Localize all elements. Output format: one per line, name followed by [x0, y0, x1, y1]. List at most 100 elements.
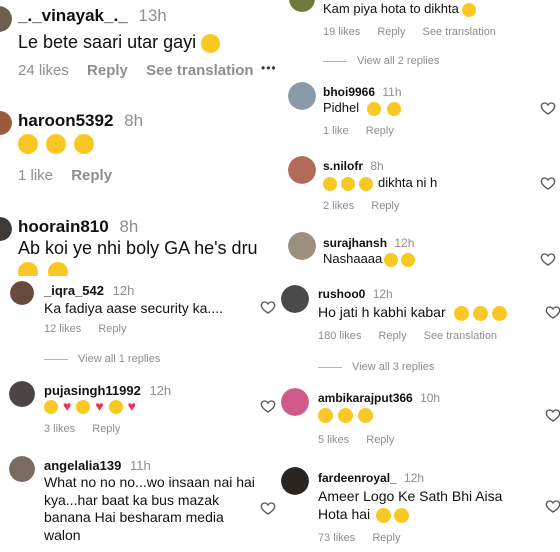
view-replies-link[interactable]: View all 3 replies	[318, 361, 434, 373]
laughing-emoji-icon	[366, 101, 381, 116]
heart-eyes-emoji-icon	[108, 400, 123, 415]
username[interactable]: pujasingh11992	[44, 383, 141, 398]
avatar[interactable]	[289, 0, 315, 12]
username[interactable]: hoorain810	[18, 217, 109, 236]
like-heart-icon[interactable]	[260, 398, 276, 414]
laughing-emoji-icon	[384, 252, 399, 267]
like-heart-icon[interactable]	[545, 304, 560, 320]
timestamp: 12h	[404, 471, 425, 485]
avatar[interactable]	[10, 281, 34, 305]
avatar[interactable]	[9, 456, 35, 482]
more-options-icon[interactable]: •••	[261, 61, 277, 75]
username[interactable]: haroon5392	[18, 111, 113, 130]
avatar[interactable]	[0, 217, 12, 241]
avatar[interactable]	[281, 285, 309, 313]
username[interactable]: surajhansh	[323, 236, 387, 250]
comment-actions: 73 likes Reply	[318, 532, 414, 544]
like-heart-icon[interactable]	[540, 251, 556, 267]
comment-text: Kam piya hota to dikhta	[323, 1, 477, 17]
username[interactable]: _._vinayak_._	[18, 6, 128, 25]
likes-count[interactable]: 1 like	[323, 125, 349, 137]
comment-header: rushoo0 12h	[318, 287, 393, 301]
comment-header: _._vinayak_._ 13h	[18, 6, 167, 26]
comment-text: Ka fadiya aase security ka....	[44, 300, 223, 316]
username[interactable]: ambikarajput366	[318, 391, 413, 405]
reply-button[interactable]: Reply	[87, 62, 128, 79]
comment-text: Ho jati h kabhi kabar	[318, 304, 507, 321]
reply-button[interactable]: Reply	[371, 200, 399, 212]
like-heart-icon[interactable]	[540, 100, 556, 116]
like-heart-icon[interactable]	[540, 175, 556, 191]
reply-button[interactable]: Reply	[378, 330, 406, 342]
laughing-emoji-icon	[401, 252, 416, 267]
comment-header: surajhansh 12h	[323, 236, 414, 250]
likes-count[interactable]: 3 likes	[44, 423, 75, 435]
comment-text: Le bete saari utar gayi	[18, 32, 221, 53]
comment-header: haroon5392 8h	[18, 111, 143, 131]
see-translation-button[interactable]: See translation	[424, 330, 497, 342]
view-replies-link[interactable]: View all 1 replies	[44, 353, 160, 365]
see-translation-button[interactable]: See translation	[423, 26, 496, 38]
username[interactable]: bhoi9966	[323, 85, 375, 99]
see-translation-button[interactable]: See translation	[146, 62, 254, 79]
username[interactable]: rushoo0	[318, 287, 365, 301]
laughing-emoji-icon	[376, 507, 392, 523]
laughing-emoji-icon	[387, 101, 402, 116]
view-replies-link[interactable]: View all 2 replies	[323, 55, 439, 67]
likes-count[interactable]: 5 likes	[318, 434, 349, 446]
comment-actions: 5 likes Reply	[318, 434, 408, 446]
comment-text: Nashaaaa	[323, 251, 416, 267]
likes-count[interactable]: 24 likes	[18, 62, 69, 79]
avatar[interactable]	[288, 82, 316, 110]
timestamp: 12h	[112, 283, 135, 298]
comment-actions: 1 like Reply	[323, 125, 408, 137]
reply-button[interactable]: Reply	[98, 323, 126, 335]
laughing-emoji-icon	[318, 408, 333, 424]
comment-text: What no no no...wo insaan nai hai kya...…	[44, 474, 255, 543]
red-heart-icon: ♥	[63, 398, 72, 414]
reply-button[interactable]: Reply	[71, 167, 112, 184]
laughing-emoji-icon	[453, 305, 469, 321]
comment-header: hoorain810 8h	[18, 217, 138, 237]
divider	[44, 358, 68, 360]
username[interactable]: angelalia139	[44, 458, 121, 473]
avatar[interactable]	[281, 467, 309, 495]
like-heart-icon[interactable]	[260, 500, 276, 516]
like-heart-icon[interactable]	[545, 407, 560, 423]
like-heart-icon[interactable]	[260, 299, 276, 315]
avatar[interactable]	[288, 232, 316, 260]
likes-count[interactable]: 19 likes	[323, 26, 360, 38]
likes-count[interactable]: 180 likes	[318, 330, 361, 342]
reply-button[interactable]: Reply	[92, 423, 120, 435]
laughing-emoji-icon	[359, 176, 373, 191]
timestamp: 8h	[124, 111, 144, 130]
avatar[interactable]	[281, 388, 309, 416]
likes-count[interactable]: 73 likes	[318, 532, 355, 544]
comment-header: pujasingh11992 12h	[44, 383, 171, 398]
username[interactable]: fardeenroyal_	[318, 471, 397, 485]
comment-header: angelalia139 11h	[44, 458, 151, 473]
like-heart-icon[interactable]	[545, 498, 560, 514]
likes-count[interactable]: 1 like	[18, 167, 53, 184]
timestamp: 12h	[149, 383, 172, 398]
username[interactable]: _iqra_542	[44, 283, 104, 298]
comment-actions: 19 likes Reply See translation	[323, 26, 510, 38]
avatar[interactable]	[0, 111, 12, 135]
comment-actions: 1 like Reply	[18, 167, 126, 184]
likes-count[interactable]: 2 likes	[323, 200, 354, 212]
comment-actions: 2 likes Reply	[323, 200, 413, 212]
reply-button[interactable]: Reply	[377, 26, 405, 38]
reply-button[interactable]: Reply	[366, 125, 394, 137]
likes-count[interactable]: 12 likes	[44, 323, 81, 335]
sweat-emoji-icon	[18, 262, 38, 276]
avatar[interactable]	[288, 156, 316, 184]
avatar[interactable]	[0, 6, 12, 32]
timestamp: 8h	[370, 159, 384, 173]
username[interactable]: s.nilofr	[323, 159, 363, 173]
avatar[interactable]	[9, 381, 35, 407]
heart-eyes-emoji-icon	[76, 400, 91, 415]
laughing-emoji-icon	[341, 176, 355, 191]
reply-button[interactable]: Reply	[366, 434, 394, 446]
comment-actions: 24 likes Reply See translation	[18, 62, 268, 79]
reply-button[interactable]: Reply	[372, 532, 400, 544]
